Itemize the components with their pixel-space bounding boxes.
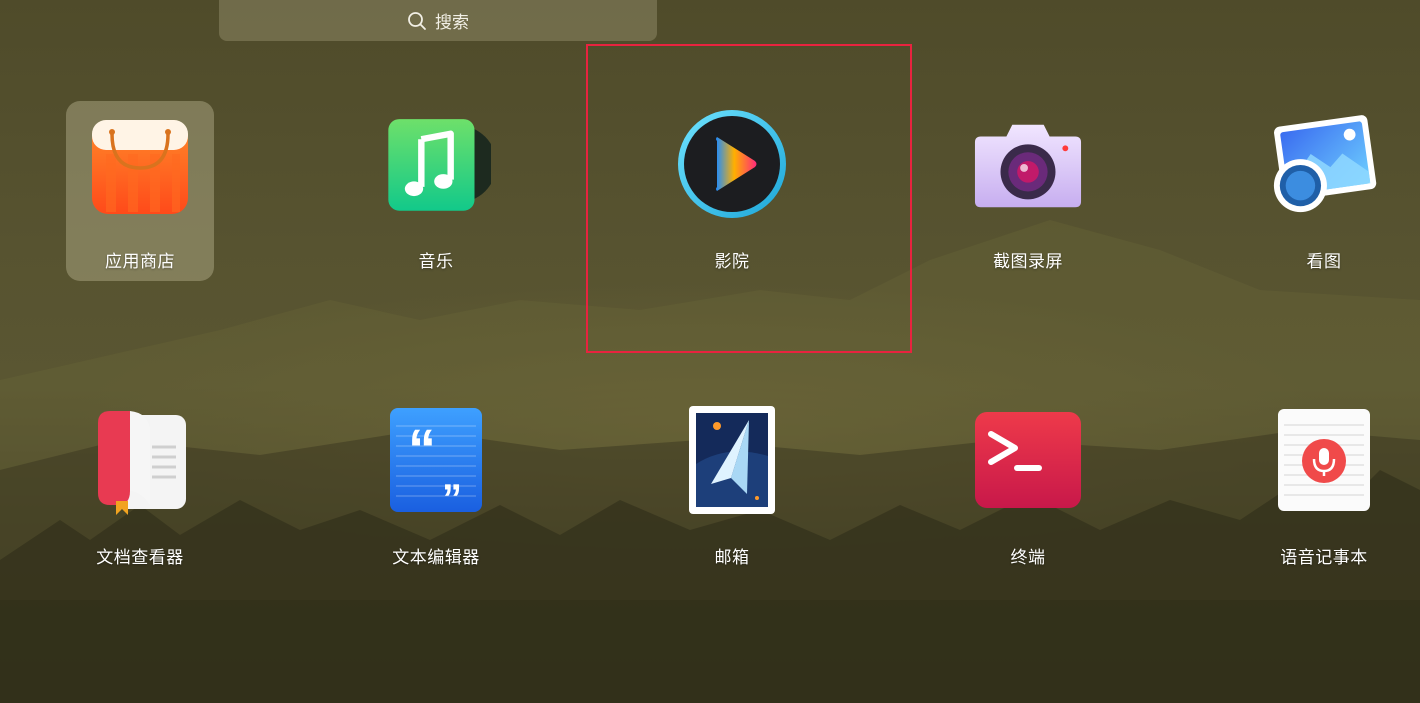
app-label: 应用商店: [105, 252, 175, 271]
search-placeholder: 搜索: [435, 13, 469, 32]
search-icon: [408, 11, 426, 30]
quote-icon: “ ”: [390, 408, 482, 514]
app-store-launcher[interactable]: 应用商店: [66, 101, 214, 281]
app-label: 终端: [1010, 548, 1046, 567]
text-editor-launcher[interactable]: “ ” 文本编辑器: [362, 397, 510, 577]
app-label: 文档查看器: [96, 548, 184, 567]
app-label: 截图录屏: [993, 252, 1063, 271]
microphone-icon: [1278, 409, 1370, 511]
terminal-icon: [975, 412, 1081, 508]
music-launcher[interactable]: 音乐: [362, 101, 510, 281]
voice-note-launcher[interactable]: 语音记事本: [1250, 397, 1398, 577]
music-note-icon: [388, 119, 491, 211]
svg-text:”: ”: [442, 477, 462, 514]
camera-icon: [974, 124, 1082, 208]
paper-plane-icon: [689, 406, 775, 514]
screenshot-launcher[interactable]: 截图录屏: [954, 101, 1102, 281]
shopping-bag-icon: [92, 120, 188, 214]
app-label: 看图: [1306, 252, 1342, 271]
app-label: 语音记事本: [1280, 548, 1368, 567]
app-label: 邮箱: [714, 548, 750, 567]
picture-icon: [1273, 115, 1377, 213]
terminal-launcher[interactable]: 终端: [954, 397, 1102, 577]
svg-text:“: “: [408, 417, 436, 480]
search-bar[interactable]: 搜索: [219, 0, 657, 41]
document-viewer-launcher[interactable]: 文档查看器: [66, 397, 214, 577]
focus-highlight-frame: [586, 44, 912, 353]
book-icon: [98, 411, 186, 515]
mail-launcher[interactable]: 邮箱: [658, 397, 806, 577]
app-label: 音乐: [418, 252, 454, 271]
app-label: 文本编辑器: [392, 548, 480, 567]
image-viewer-launcher[interactable]: 看图: [1250, 101, 1398, 281]
